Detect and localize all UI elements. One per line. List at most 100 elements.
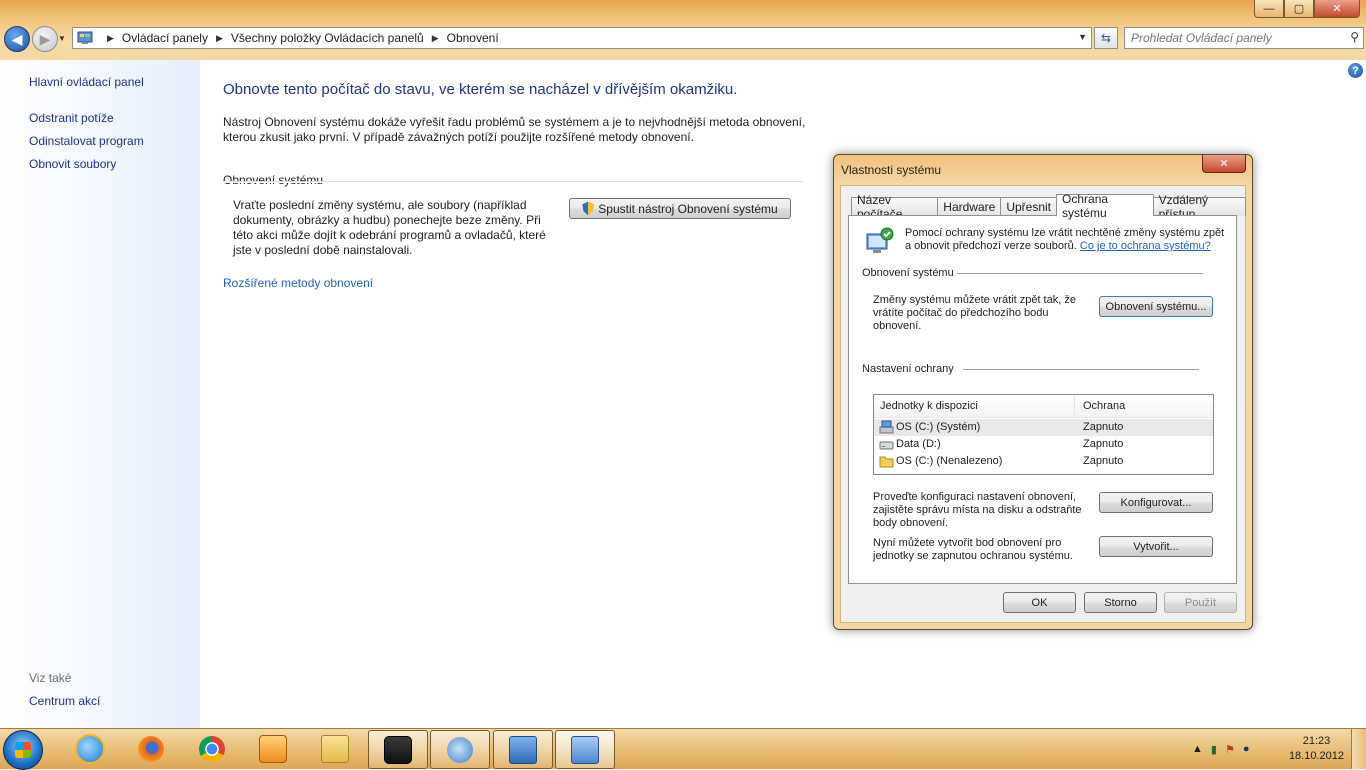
ok-button[interactable]: OK [1003, 592, 1076, 613]
tab-hardware[interactable]: Hardware [937, 197, 1002, 216]
maximize-button[interactable]: ▢ [1284, 0, 1314, 18]
system-protection-page: Pomocí ochrany systému lze vrátit nechtě… [848, 215, 1237, 584]
tab-remote[interactable]: Vzdálený přístup [1152, 193, 1246, 221]
taskbar-firefox[interactable] [122, 730, 180, 767]
taskbar-chrome[interactable] [183, 730, 241, 767]
clock[interactable]: 21:23 18.10.2012 [1289, 734, 1344, 764]
taskbar-system-properties[interactable] [555, 730, 615, 769]
show-hidden-icons-icon[interactable]: ▲ [1192, 743, 1203, 755]
window-frame: — ▢ ✕ ◀ ▶ ▼ ▶ Ovládací panely ▶ Všechny … [0, 0, 1366, 60]
uac-shield-icon [582, 201, 595, 216]
taskbar-internet-explorer[interactable] [61, 730, 119, 767]
system-protection-icon [866, 227, 894, 253]
start-button[interactable] [3, 730, 43, 770]
media-player-icon [259, 734, 287, 763]
breadcrumb-chevron-icon[interactable]: ▶ [432, 33, 439, 44]
drives-list: Jednotky k dispozici Ochrana OS (C:) (Sy… [873, 394, 1214, 475]
protection-group-line [963, 369, 1199, 370]
control-panel-icon [77, 31, 93, 44]
system-restore-button[interactable]: Obnovení systému... [1099, 296, 1213, 317]
create-button[interactable]: Vytvořit... [1099, 536, 1213, 557]
protection-intro: Pomocí ochrany systému lze vrátit nechtě… [905, 227, 1225, 253]
drive-name: Data (D:) [896, 438, 941, 450]
group-divider-highlight [223, 182, 803, 183]
system-tool-icon [447, 736, 473, 763]
help-button[interactable]: ? [1348, 63, 1363, 78]
address-dropdown-icon[interactable]: ▼ [1078, 32, 1087, 42]
taskbar-control-panel[interactable] [493, 730, 553, 769]
apply-button[interactable]: Použít [1164, 592, 1237, 613]
breadcrumb-item[interactable]: Všechny položky Ovládacích panelů [231, 31, 424, 45]
create-description: Nyní můžete vytvořit bod obnovení pro je… [873, 537, 1073, 562]
breadcrumb: ▶ Ovládací panely ▶ Všechny položky Ovlá… [99, 31, 499, 45]
drive-row[interactable]: OS (C:) (Nenalezeno) Zapnuto [874, 453, 1213, 470]
breadcrumb-item[interactable]: Ovládací panely [122, 31, 208, 45]
help-icon: ? [1352, 64, 1359, 77]
folder-drive-icon [879, 456, 894, 468]
network-signal-icon[interactable]: ▮ [1211, 743, 1217, 756]
taskbar-system-tool[interactable] [430, 730, 490, 769]
column-protection[interactable]: Ochrana [1083, 400, 1125, 412]
drive-protection-status: Zapnuto [1083, 455, 1124, 467]
forward-button[interactable]: ▶ [32, 26, 58, 52]
drive-icon [879, 441, 894, 450]
what-is-protection-link[interactable]: Co je to ochrana systému? [1080, 240, 1211, 252]
see-also-heading: Viz také [29, 671, 72, 685]
refresh-button[interactable]: ⇆ [1094, 27, 1118, 49]
dialog-body: Název počítače Hardware Upřesnit Ochrana… [840, 185, 1246, 623]
app-tray-icon[interactable]: ● [1243, 743, 1250, 755]
dialog-close-button[interactable]: ✕ [1202, 155, 1246, 173]
advanced-recovery-link[interactable]: Rozšířené metody obnovení [223, 276, 373, 290]
sidebar-link-uninstall[interactable]: Odinstalovat program [29, 134, 144, 148]
intro-text: Nástroj Obnovení systému dokáže vyřešit … [223, 115, 806, 144]
minimize-button[interactable]: — [1254, 0, 1284, 18]
sidebar-link-action-center[interactable]: Centrum akcí [29, 694, 100, 708]
tab-computer-name[interactable]: Název počítače [851, 193, 939, 221]
breadcrumb-chevron-icon[interactable]: ▶ [216, 33, 223, 44]
drive-row[interactable]: Data (D:) Zapnuto [874, 436, 1213, 453]
sidebar-link-troubleshoot[interactable]: Odstranit potíže [29, 111, 114, 125]
search-box[interactable]: ⚲ [1124, 27, 1364, 49]
breadcrumb-item[interactable]: Obnovení [447, 31, 499, 45]
search-icon[interactable]: ⚲ [1350, 30, 1359, 44]
taskbar-steam[interactable] [368, 730, 428, 769]
forward-arrow-icon: ▶ [39, 30, 51, 47]
back-arrow-icon: ◀ [11, 30, 23, 47]
taskbar-media-player[interactable] [244, 730, 302, 767]
recent-pages-dropdown[interactable]: ▼ [58, 34, 66, 43]
sidebar-link-restore-files[interactable]: Obnovit soubory [29, 157, 116, 171]
configure-button[interactable]: Konfigurovat... [1099, 492, 1213, 513]
drive-row[interactable]: OS (C:) (Systém) Zapnuto [874, 419, 1213, 436]
taskbar-explorer[interactable] [306, 730, 364, 767]
restore-group-line [957, 273, 1203, 274]
back-button[interactable]: ◀ [4, 26, 30, 52]
dialog-title: Vlastnosti systému [841, 163, 942, 177]
drive-protection-status: Zapnuto [1083, 438, 1124, 450]
drive-name: OS (C:) (Nenalezeno) [896, 455, 1003, 467]
protection-group-heading: Nastavení ochrany [862, 363, 954, 375]
tab-advanced[interactable]: Upřesnit [1000, 197, 1058, 216]
address-bar[interactable]: ▶ Ovládací panely ▶ Všechny položky Ovlá… [72, 27, 1092, 49]
close-button[interactable]: ✕ [1314, 0, 1360, 18]
search-input[interactable] [1125, 30, 1333, 46]
internet-explorer-icon [75, 733, 105, 764]
action-center-flag-icon[interactable]: ⚑ [1225, 743, 1235, 756]
system-restore-heading: Obnovení systému [223, 173, 324, 187]
run-system-restore-button[interactable]: Spustit nástroj Obnovení systému [569, 198, 791, 219]
system-properties-icon [571, 735, 599, 764]
sidebar: Hlavní ovládací panel Odstranit potíže O… [0, 60, 200, 728]
system-tray: ▲ ▮ ⚑ ● [1192, 729, 1249, 769]
breadcrumb-chevron-icon[interactable]: ▶ [107, 33, 114, 44]
system-properties-dialog: Vlastnosti systému ✕ Název počítače Hard… [833, 154, 1253, 630]
show-desktop-button[interactable] [1351, 729, 1366, 769]
sidebar-home-link[interactable]: Hlavní ovládací panel [29, 75, 144, 89]
tab-system-protection[interactable]: Ochrana systému [1056, 192, 1154, 220]
steam-icon [384, 735, 412, 764]
cancel-button[interactable]: Storno [1084, 592, 1157, 613]
drive-protection-status: Zapnuto [1083, 421, 1124, 433]
column-drives[interactable]: Jednotky k dispozici [880, 400, 978, 412]
close-icon: ✕ [1219, 158, 1229, 170]
restore-group-heading: Obnovení systému [862, 267, 954, 279]
system-restore-description: Vraťte poslední změny systému, ale soubo… [233, 198, 546, 257]
firefox-icon [138, 735, 164, 762]
